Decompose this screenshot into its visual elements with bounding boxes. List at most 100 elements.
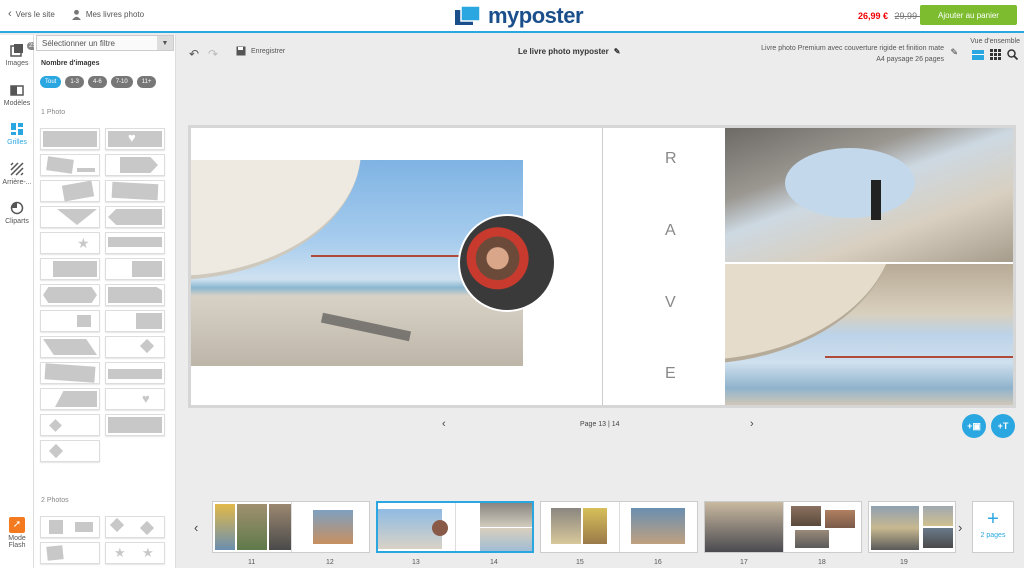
- nav-grids[interactable]: Grilles: [0, 122, 34, 146]
- pencil-icon: ✎: [613, 47, 621, 56]
- letter-e[interactable]: E: [665, 365, 678, 383]
- mode-flash-button[interactable]: ➚ Mode Flash: [0, 517, 34, 549]
- grid-template[interactable]: [105, 154, 165, 176]
- grid-template[interactable]: [40, 258, 100, 280]
- book-spread: R A V E: [188, 125, 1016, 408]
- add-pages-button[interactable]: + 2 pages: [972, 501, 1014, 553]
- thumb-photo: [631, 508, 685, 544]
- add-text-button[interactable]: +T: [991, 414, 1015, 438]
- grid-template[interactable]: [40, 284, 100, 306]
- page-number-12: 12: [326, 559, 334, 566]
- thumb-photo: [791, 506, 821, 526]
- heart-icon: ♥: [142, 391, 150, 406]
- bridge-deck: [825, 356, 1013, 358]
- grid-template[interactable]: [105, 284, 165, 306]
- grid-template[interactable]: [105, 362, 165, 384]
- spread-view-icon[interactable]: [972, 49, 984, 60]
- page-number-11: 11: [248, 559, 256, 566]
- heart-icon: ♥: [128, 130, 136, 145]
- grid-template[interactable]: [40, 206, 100, 228]
- myposter-logo[interactable]: myposter: [454, 3, 584, 29]
- star-icon: ★: [142, 545, 154, 560]
- add-image-button[interactable]: +▣: [962, 414, 986, 438]
- edit-product-pencil-icon[interactable]: ✎: [950, 47, 958, 58]
- thumb-fold: [619, 502, 620, 552]
- book-title[interactable]: Le livre photo myposter ✎: [518, 47, 620, 56]
- letter-a[interactable]: A: [665, 222, 678, 240]
- grid-template[interactable]: [40, 516, 100, 538]
- price-current: 26,99 €: [858, 11, 889, 21]
- chip-1-3[interactable]: 1-3: [65, 76, 85, 88]
- grid-template[interactable]: [40, 542, 100, 564]
- chip-11plus[interactable]: 11+: [136, 76, 157, 88]
- redo-icon[interactable]: ↷: [208, 47, 218, 61]
- back-to-site-link[interactable]: ‹ Vers le site: [8, 8, 55, 20]
- my-books-label: Mes livres photo: [85, 9, 145, 19]
- grid-template[interactable]: [105, 206, 165, 228]
- nav-images[interactable]: 252 Images: [0, 42, 42, 67]
- thumb-spread-13-14[interactable]: [376, 501, 534, 553]
- nav-models-label: Modèles: [3, 100, 31, 107]
- chip-7-10[interactable]: 7-10: [110, 76, 133, 88]
- photo-bridge-view[interactable]: [725, 264, 1013, 405]
- letter-v[interactable]: V: [665, 294, 678, 312]
- my-books-link[interactable]: Mes livres photo: [71, 9, 144, 20]
- add-to-cart-button[interactable]: Ajouter au panier: [920, 5, 1017, 25]
- sky-opening: [785, 148, 915, 218]
- thumb-photo: [923, 528, 953, 548]
- grid-template[interactable]: [105, 516, 165, 538]
- letter-r[interactable]: R: [665, 150, 679, 168]
- grid-template[interactable]: [105, 310, 165, 332]
- thumb-photo: [432, 520, 448, 536]
- nav-cliparts[interactable]: Cliparts: [0, 201, 34, 225]
- next-page-icon[interactable]: ›: [750, 418, 754, 430]
- save-button[interactable]: Enregistrer: [236, 46, 285, 56]
- photo-selfie-circle[interactable]: [458, 214, 556, 312]
- grid-view-icon[interactable]: [990, 49, 1001, 60]
- grid-template[interactable]: [40, 388, 100, 410]
- grid-template[interactable]: ♥: [105, 388, 165, 410]
- nav-backgrounds[interactable]: Arrière-...: [0, 162, 34, 186]
- grid-template[interactable]: [105, 336, 165, 358]
- grid-template[interactable]: ★: [40, 232, 100, 254]
- photo-terrace-man[interactable]: [725, 128, 1013, 262]
- grid-template[interactable]: [40, 414, 100, 436]
- undo-icon[interactable]: ↶: [189, 47, 199, 61]
- star-icon: ★: [77, 235, 90, 251]
- thumb-spread-19[interactable]: [868, 501, 956, 553]
- grid-template[interactable]: [105, 180, 165, 202]
- grid-template[interactable]: [40, 362, 100, 384]
- images-icon: 252: [10, 42, 42, 57]
- grid-template[interactable]: [105, 414, 165, 436]
- grid-template[interactable]: [40, 440, 100, 462]
- filter-select[interactable]: Sélectionner un filtre ▼: [36, 35, 174, 51]
- view-switcher: [972, 49, 1018, 60]
- rocket-icon: ➚: [9, 517, 25, 533]
- chip-4-6[interactable]: 4-6: [88, 76, 107, 88]
- grid-template[interactable]: [105, 232, 165, 254]
- grid-template[interactable]: [40, 180, 100, 202]
- grid-template[interactable]: ♥: [105, 128, 165, 150]
- editor-toolbar: ↶ ↷ Enregistrer Le livre photo myposter …: [176, 35, 1024, 95]
- thumb-spread-17-18[interactable]: [704, 501, 862, 553]
- grid-template[interactable]: [40, 310, 100, 332]
- prev-page-icon[interactable]: ‹: [442, 418, 446, 430]
- museum-roof: [191, 160, 361, 280]
- grid-template[interactable]: [40, 336, 100, 358]
- page-number-19: 19: [900, 559, 908, 566]
- grid-template[interactable]: [40, 154, 100, 176]
- mode-flash-line2: Flash: [8, 542, 26, 549]
- count-chips: Tout 1-3 4-6 7-10 11+: [40, 76, 157, 88]
- nav-models[interactable]: Modèles: [0, 83, 34, 107]
- grid-template[interactable]: [40, 128, 100, 150]
- zoom-icon[interactable]: [1007, 49, 1018, 60]
- thumb-spread-15-16[interactable]: [540, 501, 698, 553]
- product-line-1: Livre photo Premium avec couverture rigi…: [761, 45, 944, 52]
- chip-all[interactable]: Tout: [40, 76, 62, 88]
- thumb-spread-11-12[interactable]: [212, 501, 370, 553]
- grid-template[interactable]: [105, 258, 165, 280]
- strip-prev-icon[interactable]: ‹: [194, 520, 198, 535]
- strip-next-icon[interactable]: ›: [958, 520, 962, 535]
- grid-template[interactable]: ★ ★: [105, 542, 165, 564]
- thumb-photo: [237, 504, 267, 550]
